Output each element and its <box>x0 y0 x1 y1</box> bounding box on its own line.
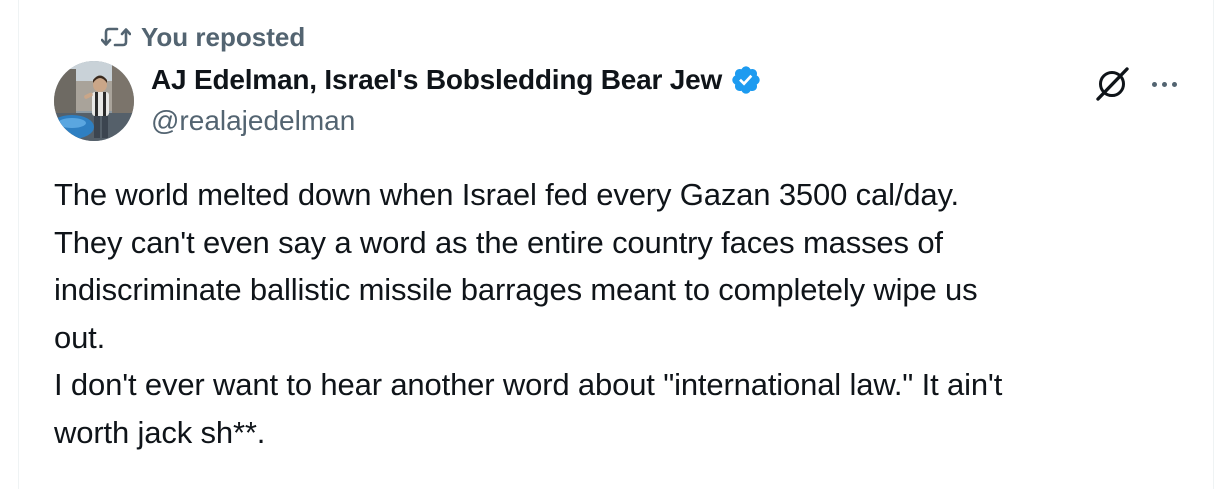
tweet-text-line: I don't ever want to hear another word a… <box>54 367 1003 402</box>
more-dot <box>1171 81 1177 87</box>
more-dot <box>1151 81 1157 87</box>
tweet-text-line: The world melted down when Israel fed ev… <box>54 177 959 212</box>
tweet-text: The world melted down when Israel fed ev… <box>54 171 1194 456</box>
author-name-row[interactable]: AJ Edelman, Israel's Bobsledding Bear Je… <box>151 62 762 98</box>
repost-indicator[interactable]: You reposted <box>101 22 305 52</box>
tweet-text-line: indiscriminate ballistic missile barrage… <box>54 272 978 307</box>
repost-label: You reposted <box>141 22 306 52</box>
more-dot <box>1161 81 1167 87</box>
repost-icon <box>101 25 131 49</box>
more-options-icon[interactable] <box>1142 70 1186 98</box>
author-handle[interactable]: @realajedelman <box>151 104 355 138</box>
author-display-name[interactable]: AJ Edelman, Israel's Bobsledding Bear Je… <box>151 62 722 98</box>
grok-icon[interactable] <box>1092 64 1132 104</box>
tweet-text-line: out. <box>54 319 106 355</box>
tweet-text-line: worth jack sh**. <box>54 414 266 450</box>
avatar[interactable] <box>54 61 134 141</box>
verified-badge-icon[interactable] <box>730 64 762 96</box>
tweet-text-line: They can't even say a word as the entire… <box>54 224 943 260</box>
